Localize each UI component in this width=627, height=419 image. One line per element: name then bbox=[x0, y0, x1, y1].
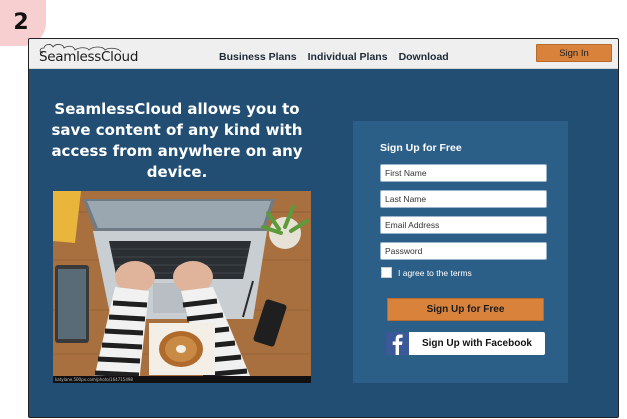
headline-line: save content of any kind with bbox=[51, 121, 303, 139]
page: 2 SeamlessCloud Business Plans Individua… bbox=[0, 0, 627, 419]
nav-business-plans[interactable]: Business Plans bbox=[219, 51, 297, 63]
headline-line: SeamlessCloud allows you to bbox=[54, 100, 300, 118]
nav-download[interactable]: Download bbox=[399, 51, 449, 63]
nav-individual-plans[interactable]: Individual Plans bbox=[308, 51, 388, 63]
first-name-field[interactable] bbox=[380, 164, 547, 182]
browser-frame: SeamlessCloud Business Plans Individual … bbox=[28, 38, 619, 418]
last-name-field[interactable] bbox=[380, 190, 547, 208]
headline-line: access from anywhere on any bbox=[51, 142, 303, 160]
terms-label: I agree to the terms bbox=[398, 267, 472, 278]
headline-line: device. bbox=[146, 163, 208, 181]
terms-row: I agree to the terms bbox=[381, 267, 472, 278]
laptop-desk-illustration bbox=[53, 191, 311, 383]
site-logo[interactable]: SeamlessCloud bbox=[37, 41, 147, 67]
top-navbar: SeamlessCloud Business Plans Individual … bbox=[29, 39, 618, 69]
logo-text: SeamlessCloud bbox=[39, 49, 139, 65]
sign-up-button[interactable]: Sign Up for Free bbox=[387, 298, 544, 321]
hero-headline: SeamlessCloud allows you to save content… bbox=[51, 99, 303, 183]
step-number: 2 bbox=[13, 9, 29, 35]
signup-panel: Sign Up for Free I agree to the terms Si… bbox=[353, 121, 568, 383]
email-field[interactable] bbox=[380, 216, 547, 234]
sign-in-button[interactable]: Sign In bbox=[536, 44, 612, 62]
facebook-icon bbox=[386, 332, 409, 355]
facebook-signup-label: Sign Up with Facebook bbox=[421, 338, 532, 349]
nav-links: Business Plans Individual Plans Download bbox=[219, 51, 449, 63]
photo-credit: katylane.500px.com/photo/164715498 bbox=[53, 376, 311, 383]
terms-checkbox[interactable] bbox=[381, 267, 392, 278]
signup-title: Sign Up for Free bbox=[380, 142, 462, 154]
hero-photo: katylane.500px.com/photo/164715498 bbox=[53, 191, 311, 383]
password-field[interactable] bbox=[380, 242, 547, 260]
facebook-signup-button[interactable]: Sign Up with Facebook bbox=[386, 332, 545, 355]
